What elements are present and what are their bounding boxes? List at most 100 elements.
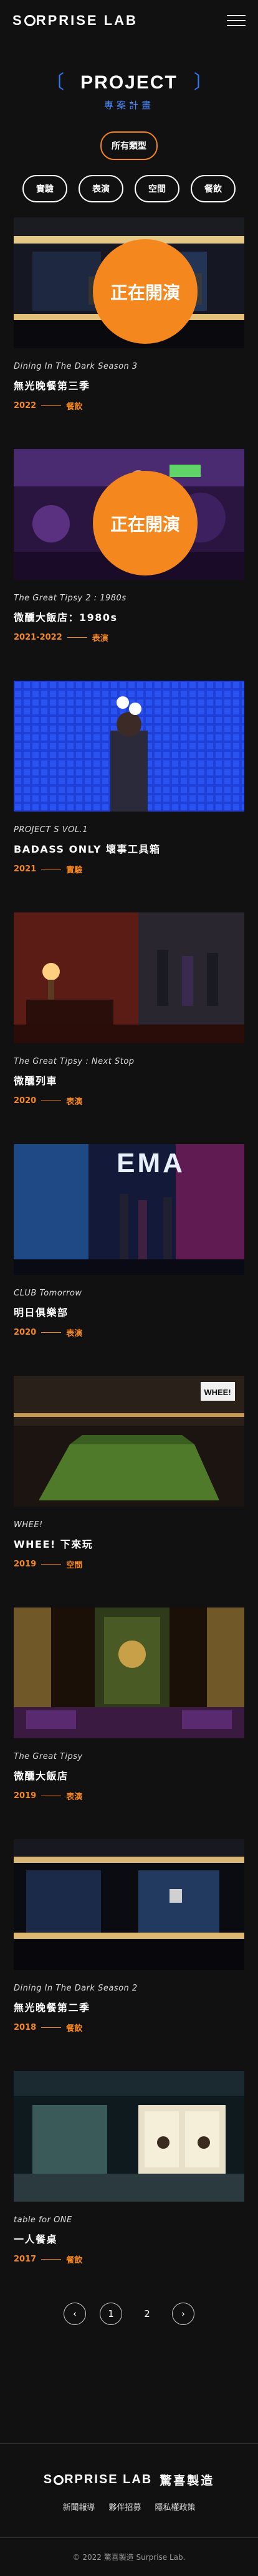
project-meta: 2019 空間 xyxy=(14,1558,244,1570)
project-chinese-title: 一人餐桌 xyxy=(14,2233,58,2245)
bracket-right-icon: 〕 xyxy=(193,72,213,93)
page-heading: 〔 PROJECT 〕 專案計畫 xyxy=(0,72,258,111)
project-meta: 2020 表演 xyxy=(14,1327,244,1338)
menu-icon[interactable] xyxy=(227,15,246,26)
project-type: 餐飲 xyxy=(66,402,83,412)
footer-brand-chinese: 驚喜製造 xyxy=(160,2474,215,2488)
project-english-title: table for ONE xyxy=(14,2215,72,2225)
footer-brand: S RPRISE LAB 驚喜製造 xyxy=(0,2471,258,2488)
meta-divider xyxy=(41,1564,62,1565)
meta-divider xyxy=(67,637,87,638)
svg-text:正在開演: 正在開演 xyxy=(110,283,180,303)
footer-logo[interactable]: S RPRISE LAB xyxy=(44,2473,152,2487)
logo-text-start: S xyxy=(12,12,24,28)
project-chinese-title: WHEE! 下來玩 xyxy=(14,1538,93,1550)
meta-divider xyxy=(41,1332,62,1333)
project-type: 實驗 xyxy=(66,866,83,875)
site-footer: S RPRISE LAB 驚喜製造 新聞報導 夥伴招募 隱私權政策 © 2022 … xyxy=(0,2443,258,2576)
meta-divider xyxy=(41,2027,62,2028)
project-year: 2021-2022 xyxy=(14,633,62,642)
project-card[interactable]: The Great Tipsy : Next Stop 微醺列車 2020 表演 xyxy=(0,912,258,1107)
project-thumbnail[interactable] xyxy=(14,1839,244,1970)
project-meta: 2018 餐飲 xyxy=(14,2022,244,2034)
project-year: 2017 xyxy=(14,2255,37,2264)
filter-all-button[interactable]: 所有類型 xyxy=(100,131,158,160)
project-english-title: The Great Tipsy xyxy=(14,1752,83,1761)
project-card[interactable]: WHEE! WHEE! WHEE! 下來玩 2019 空間 xyxy=(0,1376,258,1570)
copyright: © 2022 驚喜製造 Surprise Lab. xyxy=(0,2537,258,2576)
footer-logo-text-end: RPRISE LAB xyxy=(64,2473,153,2486)
footer-links: 新聞報導 夥伴招募 隱私權政策 xyxy=(0,2501,258,2512)
project-year: 2020 xyxy=(14,1328,37,1337)
bracket-left-icon: 〔 xyxy=(45,72,65,93)
project-card[interactable]: PROJECT S VOL.1 BADASS ONLY 壞事工具箱 2021 實… xyxy=(0,681,258,875)
project-type: 表演 xyxy=(66,1097,83,1107)
project-meta: 2017 餐飲 xyxy=(14,2253,244,2265)
project-english-title: PROJECT S VOL.1 xyxy=(14,825,88,835)
project-year: 2022 xyxy=(14,401,37,410)
project-chinese-title: 微醺大飯店 xyxy=(14,1770,69,1782)
project-type: 表演 xyxy=(92,634,108,643)
project-card[interactable]: 正在開演 The Great Tipsy 2 : 1980s 微醺大飯店：198… xyxy=(0,449,258,643)
project-meta: 2019 表演 xyxy=(14,1790,244,1802)
footer-link-partners[interactable]: 夥伴招募 xyxy=(108,2501,141,2512)
project-chinese-title: 無光晚餐第三季 xyxy=(14,380,90,392)
project-thumbnail[interactable] xyxy=(14,2071,244,2202)
project-meta: 2020 表演 xyxy=(14,1095,244,1107)
project-year: 2019 xyxy=(14,1560,37,1569)
page-2-button[interactable]: 2 xyxy=(136,2303,158,2325)
filter-type-row: 實驗 表演 空間 餐飲 xyxy=(0,175,258,202)
project-card[interactable]: EMA CLUB Tomorrow 明日俱樂部 2020 表演 xyxy=(0,1144,258,1338)
project-type: 表演 xyxy=(66,1329,83,1338)
project-thumbnail[interactable] xyxy=(14,912,244,1043)
next-page-icon[interactable]: › xyxy=(172,2303,194,2325)
project-card[interactable]: 正在開演 Dining In The Dark Season 3 無光晚餐第三季… xyxy=(0,217,258,412)
project-card[interactable]: The Great Tipsy 微醺大飯店 2019 表演 xyxy=(0,1608,258,1802)
project-meta: 2022 餐飲 xyxy=(14,400,244,412)
project-type: 餐飲 xyxy=(66,2024,83,2034)
project-thumbnail[interactable]: 正在開演 xyxy=(14,449,244,580)
footer-logo-text-start: S xyxy=(43,2473,54,2486)
page-subtitle: 專案計畫 xyxy=(103,100,154,111)
project-chinese-title: BADASS ONLY 壞事工具箱 xyxy=(14,843,161,855)
project-thumbnail[interactable] xyxy=(14,681,244,812)
project-year: 2021 xyxy=(14,864,37,874)
pagination: ‹ 1 2 › xyxy=(0,2303,258,2325)
project-chinese-title: 無光晚餐第二季 xyxy=(14,2002,90,2014)
project-thumbnail[interactable]: 正在開演 xyxy=(14,217,244,348)
project-year: 2019 xyxy=(14,1791,37,1801)
project-card[interactable]: Dining In The Dark Season 2 無光晚餐第二季 2018… xyxy=(0,1839,258,2034)
now-showing-badge: 正在開演 xyxy=(93,471,198,575)
filter-performance-button[interactable]: 表演 xyxy=(79,175,123,202)
filter-experiment-button[interactable]: 實驗 xyxy=(22,175,67,202)
project-thumbnail[interactable]: WHEE! xyxy=(14,1376,244,1507)
footer-link-privacy[interactable]: 隱私權政策 xyxy=(155,2501,196,2512)
project-english-title: The Great Tipsy : Next Stop xyxy=(14,1057,135,1066)
svg-text:正在開演: 正在開演 xyxy=(110,514,180,535)
filter-all-wrap: 所有類型 xyxy=(0,131,258,160)
meta-divider xyxy=(41,405,62,406)
project-year: 2018 xyxy=(14,2023,37,2032)
prev-page-icon[interactable]: ‹ xyxy=(64,2303,86,2325)
project-year: 2020 xyxy=(14,1096,37,1106)
site-header: S RPRISE LAB xyxy=(0,0,258,41)
project-thumbnail[interactable]: EMA xyxy=(14,1144,244,1275)
project-english-title: WHEE! xyxy=(14,1520,43,1530)
project-meta: 2021 實驗 xyxy=(14,863,244,875)
project-card[interactable]: table for ONE 一人餐桌 2017 餐飲 xyxy=(0,2071,258,2265)
footer-link-news[interactable]: 新聞報導 xyxy=(62,2501,95,2512)
project-chinese-title: 微醺大飯店：1980s xyxy=(14,612,118,623)
logo-ring-icon xyxy=(24,15,36,26)
meta-divider xyxy=(41,2259,62,2260)
project-type: 表演 xyxy=(66,1792,83,1802)
filter-space-button[interactable]: 空間 xyxy=(135,175,179,202)
page-1-button[interactable]: 1 xyxy=(100,2303,122,2325)
project-thumbnail[interactable] xyxy=(14,1608,244,1738)
project-list: 正在開演 Dining In The Dark Season 3 無光晚餐第三季… xyxy=(0,217,258,2265)
svg-text:WHEE!: WHEE! xyxy=(204,1388,231,1397)
svg-text:EMA: EMA xyxy=(117,1148,185,1178)
project-english-title: The Great Tipsy 2 : 1980s xyxy=(14,594,127,603)
filter-dining-button[interactable]: 餐飲 xyxy=(191,175,236,202)
site-logo[interactable]: S RPRISE LAB xyxy=(12,12,138,29)
logo-text-end: RPRISE LAB xyxy=(36,12,138,28)
